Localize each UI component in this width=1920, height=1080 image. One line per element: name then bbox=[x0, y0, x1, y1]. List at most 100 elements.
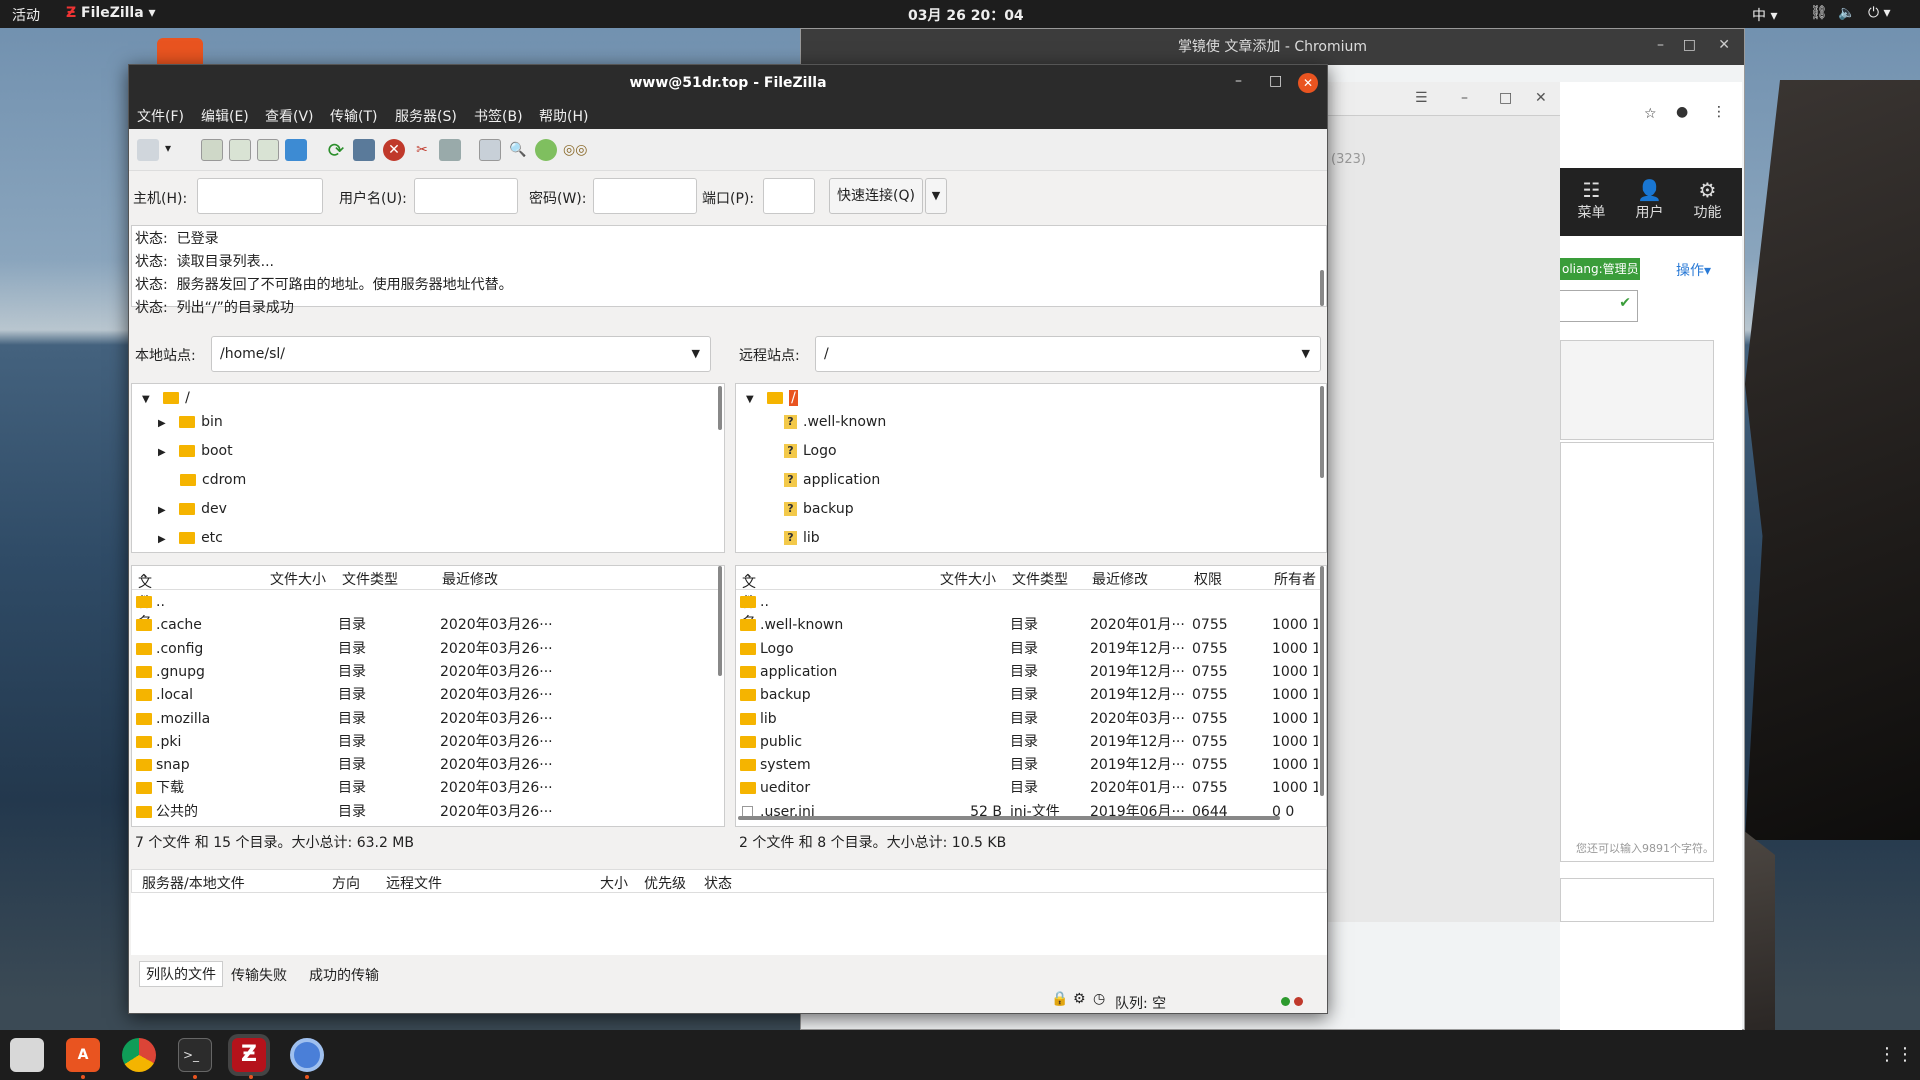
show-apps-icon[interactable]: ⋮⋮⋮ bbox=[1878, 1044, 1920, 1065]
table-row[interactable]: 公共的 目录 2020年03月26··· bbox=[132, 801, 720, 824]
menu-view[interactable]: 查看(V) bbox=[265, 106, 314, 126]
col-modified[interactable]: 最近修改 bbox=[1092, 569, 1148, 589]
tab-successful-transfers[interactable]: 成功的传输 bbox=[309, 965, 379, 985]
tree-item[interactable]: ▶ etc bbox=[158, 526, 223, 550]
toggle-local-tree-icon[interactable] bbox=[229, 139, 251, 161]
tree-item[interactable]: ▼ / bbox=[142, 386, 190, 410]
col-priority[interactable]: 优先级 bbox=[644, 873, 686, 893]
queue-list[interactable] bbox=[131, 893, 1327, 955]
close-icon[interactable]: ✕ bbox=[1298, 73, 1318, 93]
remote-path-input[interactable]: / ▼ bbox=[815, 336, 1321, 372]
message-log[interactable]: 状态: 已登录 状态: 读取目录列表... 状态: 服务器发回了不可路由的地址。… bbox=[131, 225, 1327, 316]
disconnect-icon[interactable]: ✂ bbox=[411, 139, 433, 161]
toggle-remote-tree-icon[interactable] bbox=[257, 139, 279, 161]
col-owner[interactable]: 所有者 bbox=[1274, 569, 1320, 589]
menu-transfer[interactable]: 传输(T) bbox=[330, 106, 377, 126]
nav-menu-button[interactable]: ☷ 菜单 bbox=[1564, 178, 1619, 222]
volume-icon[interactable]: 🔈 bbox=[1838, 5, 1855, 21]
site-manager-icon[interactable] bbox=[137, 139, 159, 161]
menu-edit[interactable]: 编辑(E) bbox=[201, 106, 249, 126]
table-row[interactable]: .mozilla 目录 2020年03月26··· bbox=[132, 708, 720, 731]
menu-file[interactable]: 文件(F) bbox=[137, 106, 184, 126]
terminal-icon[interactable]: >_ bbox=[178, 1038, 212, 1072]
confirm-field[interactable]: ✔ bbox=[1560, 290, 1638, 322]
minimize-icon[interactable]: – bbox=[1461, 90, 1468, 106]
local-tree-scrollbar[interactable] bbox=[718, 386, 722, 430]
port-input[interactable] bbox=[763, 178, 815, 214]
input-method-indicator[interactable]: 中 ▾ bbox=[1752, 5, 1777, 25]
remote-tree[interactable]: ▼ / ? .well-known ? Logo ? application ? bac… bbox=[735, 383, 1327, 553]
col-size[interactable]: 大小 bbox=[600, 873, 628, 893]
table-row[interactable]: 下载 目录 2020年03月26··· bbox=[132, 777, 720, 800]
nav-user-button[interactable]: 👤 用户 bbox=[1622, 178, 1677, 222]
local-path-input[interactable]: /home/sl/▼ bbox=[211, 336, 711, 372]
col-direction[interactable]: 方向 bbox=[332, 873, 360, 893]
table-row[interactable]: lib 目录 2020年03月··· 0755 1000 1 bbox=[736, 708, 1320, 731]
local-tree[interactable]: ▼ / ▶ bin ▶ boot cdrom ▶ dev ▶ etc bbox=[131, 383, 725, 553]
toggle-queue-icon[interactable] bbox=[285, 139, 307, 161]
software-center-icon[interactable]: A bbox=[66, 1038, 100, 1072]
table-row[interactable]: .local 目录 2020年03月26··· bbox=[132, 684, 720, 707]
table-row[interactable]: .gnupg 目录 2020年03月26··· bbox=[132, 661, 720, 684]
table-row[interactable]: backup 目录 2019年12月··· 0755 1000 1 bbox=[736, 684, 1320, 707]
local-file-list[interactable]: 文件名 ⌃ 文件大小 文件类型 最近修改 .. .cache 目录 2020年03月2… bbox=[131, 565, 725, 827]
directory-filter-icon[interactable] bbox=[479, 139, 501, 161]
maximize-icon[interactable]: □ bbox=[1499, 90, 1512, 106]
sync-browse-icon[interactable] bbox=[535, 139, 557, 161]
chevron-down-icon[interactable]: ▼ bbox=[1302, 337, 1310, 371]
search-icon[interactable]: 🔍 bbox=[507, 139, 529, 161]
table-row[interactable]: .user.ini 52 B ini-文件 2019年06月··· 0644 0 0 bbox=[736, 801, 1320, 824]
col-filetype[interactable]: 文件类型 bbox=[1012, 569, 1068, 589]
table-row[interactable]: application 目录 2019年12月··· 0755 1000 1 bbox=[736, 661, 1320, 684]
username-input[interactable] bbox=[414, 178, 518, 214]
maximize-icon[interactable]: □ bbox=[1269, 73, 1282, 89]
hamburger-icon[interactable]: ☰ bbox=[1415, 90, 1428, 106]
tab-queued-files[interactable]: 列队的文件 bbox=[139, 961, 223, 987]
network-icon[interactable]: ⛓ bbox=[1810, 5, 1828, 21]
binoculars-icon[interactable]: ◎◎ bbox=[563, 139, 587, 161]
remote-tree-scrollbar[interactable] bbox=[1320, 386, 1324, 478]
table-row[interactable]: .pki 目录 2020年03月26··· bbox=[132, 731, 720, 754]
tree-item[interactable]: ? backup bbox=[784, 497, 854, 521]
table-row[interactable]: system 目录 2019年12月··· 0755 1000 1 bbox=[736, 754, 1320, 777]
editor-toolbar[interactable] bbox=[1560, 340, 1714, 440]
chevron-down-icon[interactable]: ▾ bbox=[165, 141, 171, 155]
tree-item[interactable]: ? lib bbox=[784, 526, 820, 550]
table-row[interactable]: .. bbox=[132, 591, 720, 614]
close-icon[interactable]: ✕ bbox=[1535, 90, 1547, 106]
table-row[interactable]: .. bbox=[736, 591, 1320, 614]
minimize-icon[interactable]: – bbox=[1657, 37, 1664, 53]
minimize-icon[interactable]: – bbox=[1235, 73, 1242, 89]
col-status[interactable]: 状态 bbox=[704, 873, 732, 893]
table-row[interactable]: ueditor 目录 2020年01月··· 0755 1000 1 bbox=[736, 777, 1320, 800]
speed-limit-icon[interactable]: ◷ bbox=[1093, 991, 1105, 1007]
tree-item[interactable]: ▼ / bbox=[746, 386, 798, 410]
col-server-local[interactable]: 服务器/本地文件 bbox=[142, 873, 245, 893]
table-row[interactable]: .cache 目录 2020年03月26··· bbox=[132, 614, 720, 637]
col-filetype[interactable]: 文件类型 bbox=[342, 569, 398, 589]
remote-file-list[interactable]: 文件名 ⌃ 文件大小 文件类型 最近修改 权限 所有者 .. .well-know… bbox=[735, 565, 1327, 827]
table-row[interactable]: snap 目录 2020年03月26··· bbox=[132, 754, 720, 777]
editor-area[interactable] bbox=[1560, 442, 1714, 862]
tree-item[interactable]: ? application bbox=[784, 468, 880, 492]
more-menu-icon[interactable]: ⋮ bbox=[1712, 104, 1726, 120]
table-row[interactable]: .config 目录 2020年03月26··· bbox=[132, 638, 720, 661]
app-menu[interactable]: Ƶ FileZilla ▾ bbox=[66, 5, 156, 21]
table-row[interactable]: 图片 目录 2020年03月26··· bbox=[132, 824, 720, 826]
chromium-icon[interactable] bbox=[290, 1038, 324, 1072]
clock[interactable]: 03月 26 20：04 bbox=[908, 5, 1024, 25]
tree-item[interactable]: ▶ bin bbox=[158, 410, 223, 434]
activities-button[interactable]: 活动 bbox=[12, 5, 40, 25]
col-modified[interactable]: 最近修改 bbox=[442, 569, 498, 589]
table-row[interactable]: public 目录 2019年12月··· 0755 1000 1 bbox=[736, 731, 1320, 754]
nav-function-button[interactable]: ⚙ 功能 bbox=[1680, 178, 1735, 222]
col-remote-file[interactable]: 远程文件 bbox=[386, 873, 442, 893]
tree-item[interactable]: ▶ dev bbox=[158, 497, 227, 521]
col-filesize[interactable]: 文件大小 bbox=[940, 569, 996, 589]
col-permissions[interactable]: 权限 bbox=[1194, 569, 1222, 589]
host-input[interactable] bbox=[197, 178, 323, 214]
tree-item[interactable]: ? Logo bbox=[784, 439, 837, 463]
table-row[interactable]: Logo 目录 2019年12月··· 0755 1000 1 bbox=[736, 638, 1320, 661]
local-list-scrollbar[interactable] bbox=[718, 566, 722, 676]
tree-item[interactable]: ▶ boot bbox=[158, 439, 233, 463]
